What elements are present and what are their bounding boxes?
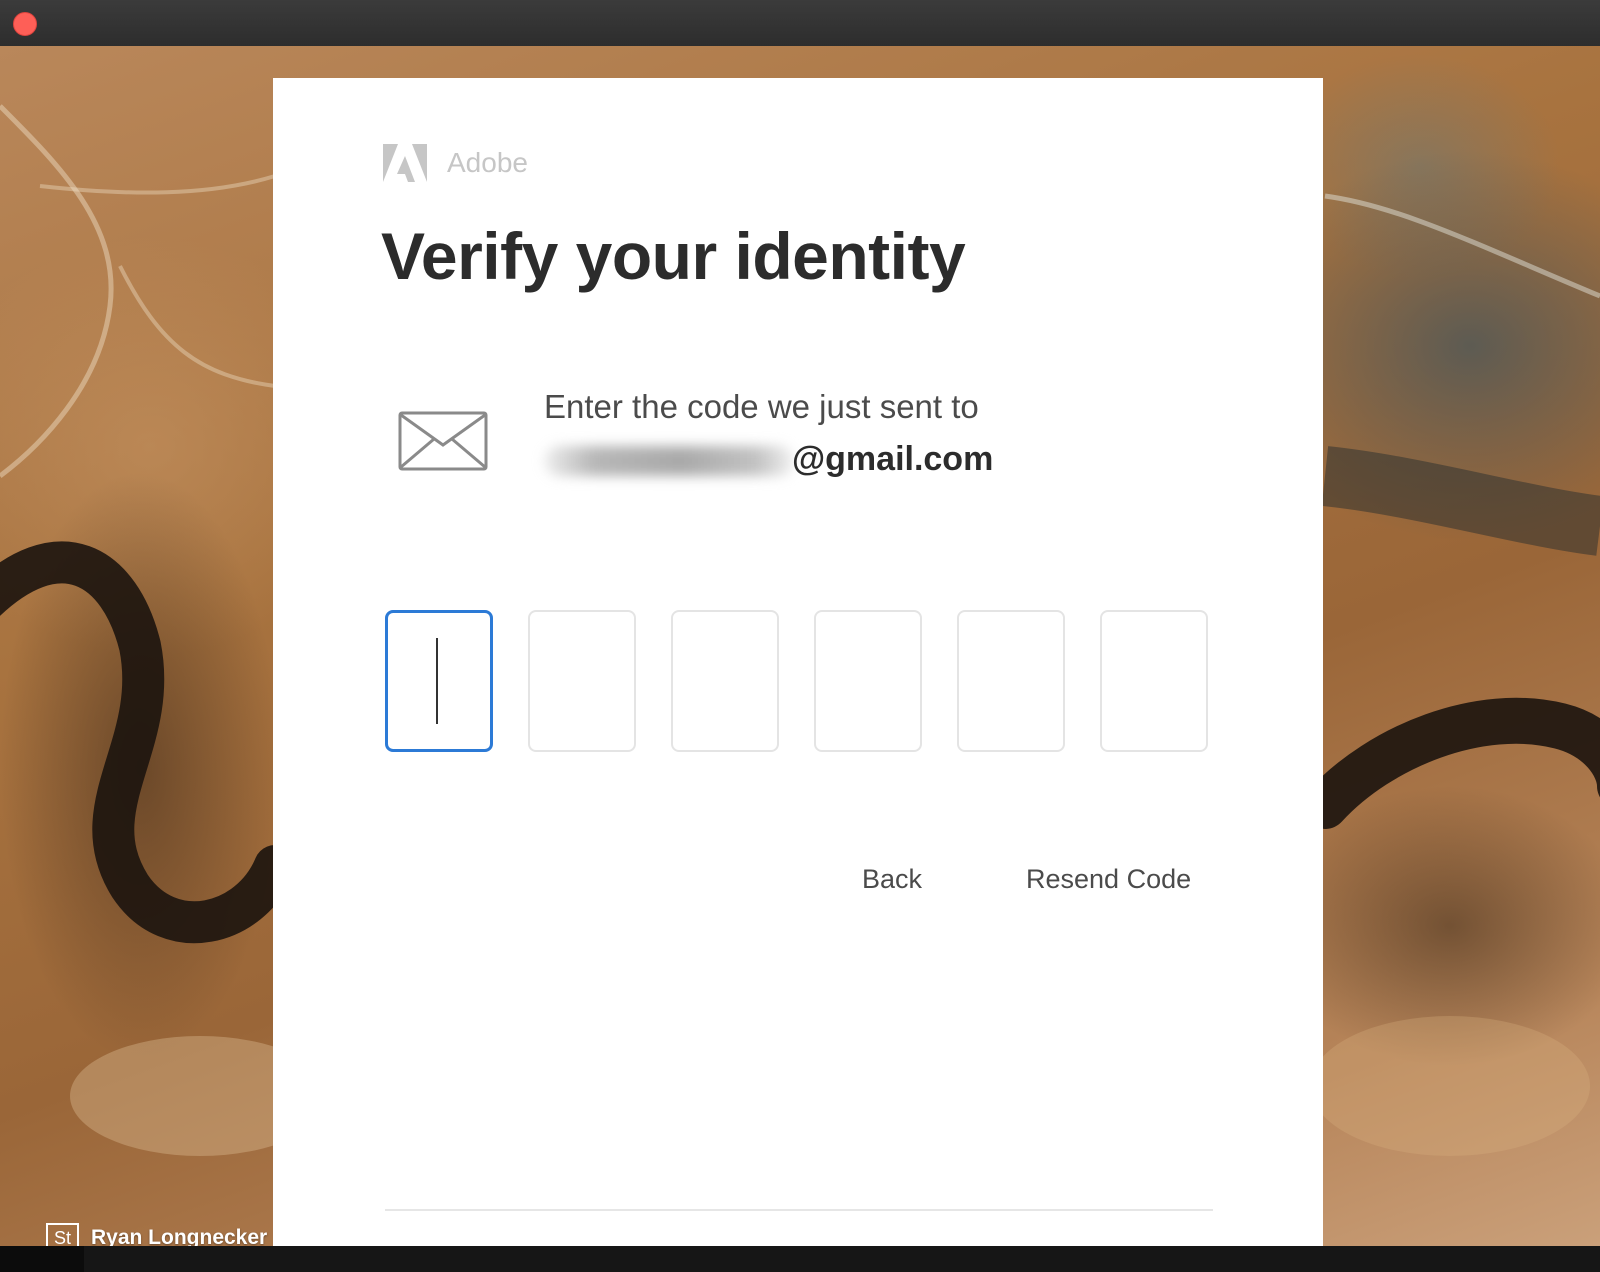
back-button[interactable]: Back xyxy=(862,864,922,895)
email-domain: @gmail.com xyxy=(792,440,994,478)
code-digit-4[interactable] xyxy=(814,610,922,752)
adobe-brand: Adobe xyxy=(383,144,528,182)
photo-credit-name: Ryan Longnecker xyxy=(91,1226,268,1246)
instructions: Enter the code we just sent to @gmail.co… xyxy=(544,388,993,482)
resend-code-button[interactable]: Resend Code xyxy=(1026,864,1191,895)
photo-credit: St Ryan Longnecker xyxy=(46,1223,267,1246)
code-digit-5[interactable] xyxy=(957,610,1065,752)
mail-icon xyxy=(398,411,488,471)
adobe-logo-icon xyxy=(383,144,427,182)
verification-card: Adobe Verify your identity Enter the cod… xyxy=(273,78,1323,1246)
code-digit-2[interactable] xyxy=(528,610,636,752)
close-window-button[interactable] xyxy=(13,12,37,36)
instruction-text: Enter the code we just sent to xyxy=(544,388,979,425)
email-address: @gmail.com xyxy=(544,440,993,482)
app-window: St Ryan Longnecker Adobe Verify your ide… xyxy=(0,0,1600,1272)
redacted-email-local-part xyxy=(544,446,794,476)
page-title: Verify your identity xyxy=(381,219,966,293)
adobe-stock-icon: St xyxy=(46,1223,79,1246)
code-digit-3[interactable] xyxy=(671,610,779,752)
verification-code-input xyxy=(385,610,1208,752)
code-digit-6[interactable] xyxy=(1100,610,1208,752)
brand-name: Adobe xyxy=(447,147,528,178)
text-caret xyxy=(436,638,438,724)
title-bar xyxy=(0,0,1600,47)
window-bottom-edge xyxy=(0,1246,1600,1272)
footer-divider xyxy=(385,1209,1213,1211)
code-digit-1[interactable] xyxy=(385,610,493,752)
